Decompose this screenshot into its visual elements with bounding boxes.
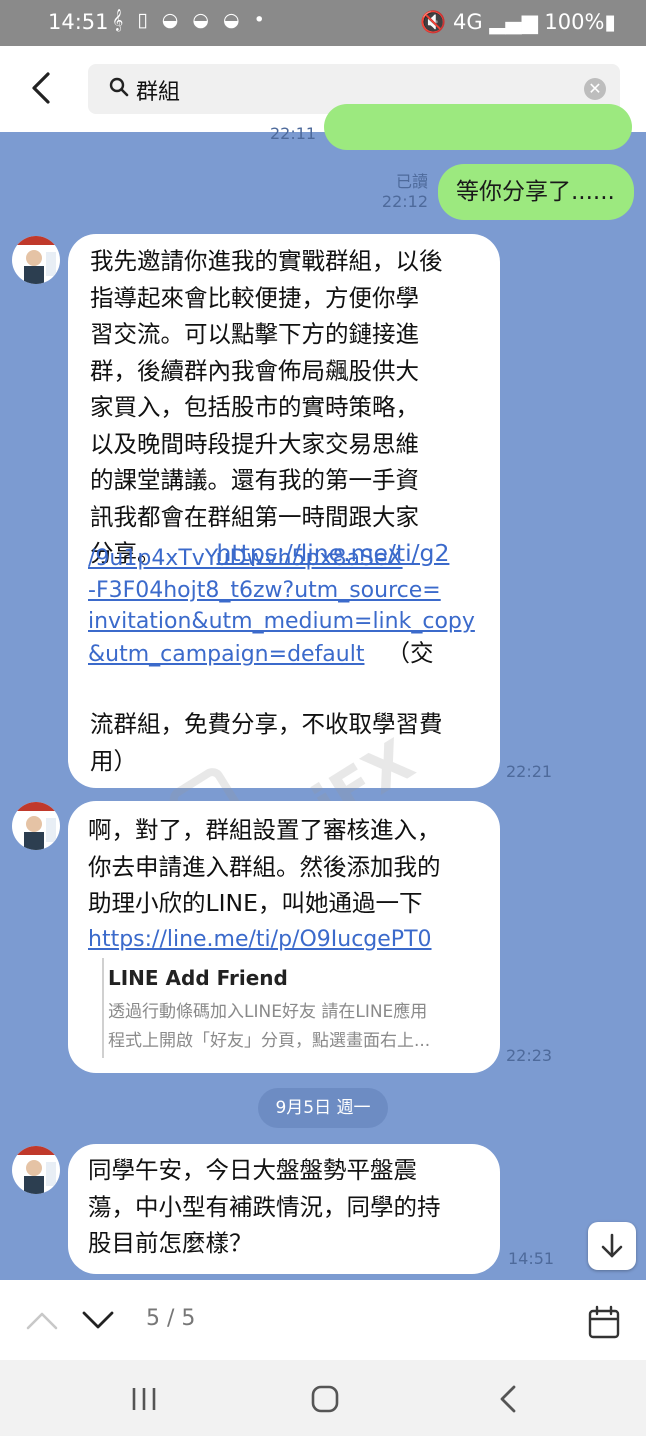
message-line: 指導起來會比較便捷，方便你學	[90, 283, 419, 312]
link-preview[interactable]: LINE Add Friend 透過行動條碼加入LINE好友 請在LINE應用 …	[102, 958, 484, 1058]
sent-bubble-partial[interactable]	[324, 104, 632, 150]
message-line: 你去申請進入群組。然後添加我的	[88, 852, 441, 881]
back-arrow-icon[interactable]	[28, 68, 58, 108]
chevron-down-icon[interactable]	[80, 1306, 116, 1334]
search-input[interactable]	[134, 72, 558, 108]
preview-description: 透過行動條碼加入LINE好友 請在LINE應用	[108, 1002, 428, 1022]
message-line: 群，後續群內我會佈局飆股供大	[90, 356, 419, 385]
preview-description: 程式上開啟「好友」分頁，點選畫面右上...	[108, 1031, 431, 1051]
recent-apps-icon[interactable]	[128, 1384, 160, 1414]
home-icon[interactable]	[308, 1382, 342, 1416]
message-line: 以及晚間時段提升大家交易思維	[90, 429, 419, 458]
avatar[interactable]	[12, 236, 60, 284]
sent-bubble[interactable]: 等你分享了......	[438, 164, 634, 220]
group-invite-link[interactable]: /9u1p4xTvYuDwvh5px8aSeX	[88, 543, 500, 575]
message-line: 流群組，免費分享，不收取學習費	[90, 710, 443, 738]
message-time: 22:23	[506, 1046, 553, 1065]
message-time: 22:11	[270, 124, 317, 143]
calendar-icon[interactable]	[586, 1304, 622, 1340]
message-time: 14:51	[508, 1249, 555, 1268]
search-result-nav: 5 / 5	[0, 1280, 646, 1360]
arrow-down-icon	[601, 1233, 623, 1258]
group-invite-link[interactable]: &utm_campaign=default	[88, 642, 364, 667]
notification-icons: 𝄞 ▯ ◒ ◒ ◒ •	[112, 9, 269, 31]
group-invite-link[interactable]: invitation&utm_medium=link_copy	[88, 606, 500, 638]
message-line: 家買入，包括股市的實時策略，	[90, 393, 419, 421]
message-line: 訊我都會在群組第一時間跟大家	[90, 502, 419, 531]
avatar[interactable]	[12, 802, 60, 850]
avatar[interactable]	[12, 1146, 60, 1194]
result-counter: 5 / 5	[146, 1306, 196, 1331]
system-nav-bar	[0, 1360, 646, 1436]
message-line: 蕩，中小型有補跌情況，同學的持	[88, 1192, 441, 1221]
message-line: 用）	[90, 746, 137, 775]
received-bubble[interactable]: 我先邀請你進我的實戰群組，以後 指導起來會比較便捷，方便你學 習交流。可以點擊下…	[68, 234, 500, 788]
message-line: 習交流。可以點擊下方的鏈接進	[90, 320, 419, 348]
back-nav-icon[interactable]	[494, 1382, 522, 1416]
message-meta: 已讀 22:12	[376, 172, 428, 212]
status-bar: 14:51 𝄞 ▯ ◒ ◒ ◒ • 🔇 4G ▂▄▆ 100%▮	[0, 0, 646, 46]
date-separator: 9月5日 週一	[258, 1088, 388, 1128]
message-line: 我先邀請你進我的實戰群組，以後	[90, 247, 443, 275]
message-line: 助理小欣的LINE，叫她通過一下	[88, 889, 423, 917]
message-line: 啊，對了，群組設置了審核進入，	[88, 816, 441, 844]
message-time: 22:21	[506, 762, 553, 781]
group-invite-link[interactable]: -F3F04hojt8_t6zw?utm_source=	[88, 575, 500, 607]
message-time: 22:12	[381, 192, 428, 211]
system-status-icons: 🔇 4G ▂▄▆ 100%▮	[420, 10, 616, 34]
preview-title: LINE Add Friend	[108, 966, 288, 990]
status-time: 14:51	[48, 10, 109, 34]
search-icon	[109, 77, 129, 97]
message-line: 同學午安，今日大盤盤勢平盤震	[88, 1156, 417, 1184]
clear-search-icon[interactable]: ✕	[584, 78, 606, 100]
message-line: （交	[386, 638, 434, 667]
message-line: 的課堂講議。還有我的第一手資	[90, 466, 419, 494]
message-line: 股目前怎麼樣？	[88, 1229, 253, 1257]
add-friend-link[interactable]: https://line.me/ti/p/O9IucgePT0	[88, 922, 500, 959]
chevron-up-icon[interactable]	[24, 1306, 60, 1334]
scroll-to-bottom-button[interactable]	[588, 1222, 636, 1270]
received-bubble[interactable]: 同學午安，今日大盤盤勢平盤震 蕩，中小型有補跌情況，同學的持 股目前怎麼樣？	[68, 1144, 500, 1274]
read-receipt: 已讀	[395, 172, 428, 191]
